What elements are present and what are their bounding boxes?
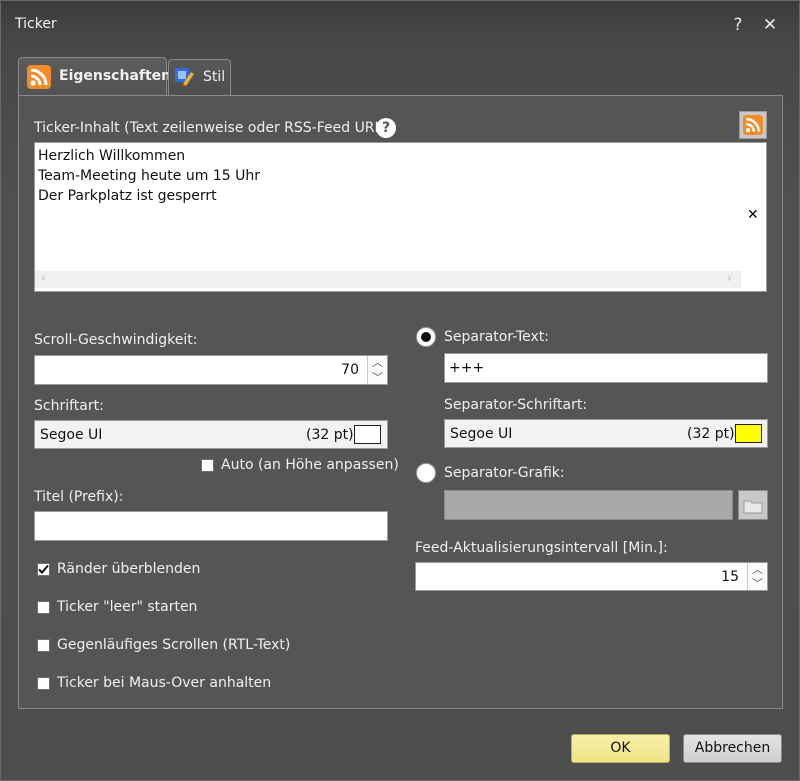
font-name: Segoe UI xyxy=(40,427,103,443)
radio-selected-dot xyxy=(421,332,431,342)
separator-graphic-radio[interactable] xyxy=(416,463,436,483)
tab-label-eigenschaften: Eigenschaften xyxy=(59,68,172,84)
window-title: Ticker xyxy=(15,16,57,32)
scroll-speed-value: 70 xyxy=(341,362,359,378)
checkmark-icon xyxy=(38,564,49,574)
chevron-down-icon[interactable]: ﹀ xyxy=(752,575,763,591)
font-size: (32 pt) xyxy=(306,427,354,443)
scroll-left-icon[interactable]: ‹ xyxy=(41,271,46,285)
scroll-speed-input[interactable]: 70 ︿ ﹀ xyxy=(34,355,388,385)
separator-text-label: Separator-Text: xyxy=(444,329,550,345)
feed-interval-stepper[interactable]: ︿ ﹀ xyxy=(747,563,767,590)
font-picker[interactable]: Segoe UI (32 pt) xyxy=(34,420,388,449)
scroll-speed-stepper[interactable]: ︿ ﹀ xyxy=(367,356,387,384)
separator-graphic-input[interactable] xyxy=(444,490,733,520)
separator-graphic-label: Separator-Grafik: xyxy=(444,465,565,481)
separator-font-label: Separator-Schriftart: xyxy=(444,397,588,413)
title-prefix-label: Titel (Prefix): xyxy=(34,489,124,505)
separator-text-input[interactable]: +++ xyxy=(444,353,768,383)
separator-text-value: +++ xyxy=(449,360,485,376)
clear-content-icon[interactable]: ✕ xyxy=(747,207,759,223)
ok-button[interactable]: OK xyxy=(571,734,670,763)
start-empty-label: Ticker "leer" starten xyxy=(57,599,198,615)
scroll-speed-label: Scroll-Geschwindigkeit: xyxy=(34,332,198,348)
separator-font-color-swatch[interactable] xyxy=(735,424,762,443)
title-bar: Ticker ? ✕ xyxy=(1,1,799,49)
separator-font-name: Segoe UI xyxy=(450,426,513,442)
rtl-scroll-checkbox[interactable] xyxy=(37,639,50,652)
feed-interval-input[interactable]: 15 ︿ ﹀ xyxy=(415,562,768,591)
help-button[interactable]: ? xyxy=(725,12,751,38)
font-color-swatch[interactable] xyxy=(354,425,381,444)
ticker-dialog: Ticker ? ✕ Eigenschaften Stil Ticker-Inh… xyxy=(0,0,800,781)
rss-icon xyxy=(743,115,763,135)
ticker-content-label: Ticker-Inhalt (Text zeilenweise oder RSS… xyxy=(34,120,393,136)
content-line: Herzlich Willkommen xyxy=(38,148,186,164)
feed-interval-label: Feed-Aktualisierungsintervall [Min.]: xyxy=(415,540,668,556)
folder-icon xyxy=(743,500,763,514)
content-help-icon[interactable]: ? xyxy=(376,118,396,138)
separator-font-picker[interactable]: Segoe UI (32 pt) xyxy=(444,419,768,448)
rss-icon xyxy=(27,65,51,89)
feed-interval-value: 15 xyxy=(721,569,739,585)
tab-stil[interactable]: Stil xyxy=(168,59,231,96)
auto-height-label: Auto (an Höhe anpassen) xyxy=(221,457,399,473)
blend-edges-checkbox[interactable] xyxy=(37,563,50,576)
blend-edges-label: Ränder überblenden xyxy=(57,561,201,577)
rss-feed-button[interactable] xyxy=(739,111,767,139)
content-line: Team-Meeting heute um 15 Uhr xyxy=(38,168,260,184)
rtl-scroll-label: Gegenläufiges Scrollen (RTL-Text) xyxy=(57,637,291,653)
scroll-right-icon[interactable]: › xyxy=(727,271,732,285)
auto-height-checkbox[interactable] xyxy=(201,459,214,472)
close-button[interactable]: ✕ xyxy=(757,12,783,38)
chevron-up-icon[interactable]: ︿ xyxy=(372,354,383,370)
tab-eigenschaften[interactable]: Eigenschaften xyxy=(18,57,171,96)
pause-on-hover-label: Ticker bei Maus-Over anhalten xyxy=(57,675,272,691)
start-empty-checkbox[interactable] xyxy=(37,601,50,614)
browse-graphic-button[interactable] xyxy=(738,490,768,520)
pause-on-hover-checkbox[interactable] xyxy=(37,677,50,690)
style-brush-icon xyxy=(175,68,194,87)
separator-text-radio[interactable] xyxy=(416,327,436,347)
cancel-button[interactable]: Abbrechen xyxy=(683,734,782,763)
properties-panel: Ticker-Inhalt (Text zeilenweise oder RSS… xyxy=(18,95,783,709)
chevron-down-icon[interactable]: ﹀ xyxy=(372,369,383,385)
separator-font-size: (32 pt) xyxy=(687,426,735,442)
horizontal-scrollbar[interactable]: ‹ › xyxy=(35,271,741,288)
content-line: Der Parkplatz ist gesperrt xyxy=(38,188,217,204)
font-label: Schriftart: xyxy=(34,398,104,414)
ticker-content-textarea[interactable]: Herzlich Willkommen Team-Meeting heute u… xyxy=(34,142,767,292)
title-prefix-input[interactable] xyxy=(34,511,388,541)
tab-label-stil: Stil xyxy=(203,69,226,85)
